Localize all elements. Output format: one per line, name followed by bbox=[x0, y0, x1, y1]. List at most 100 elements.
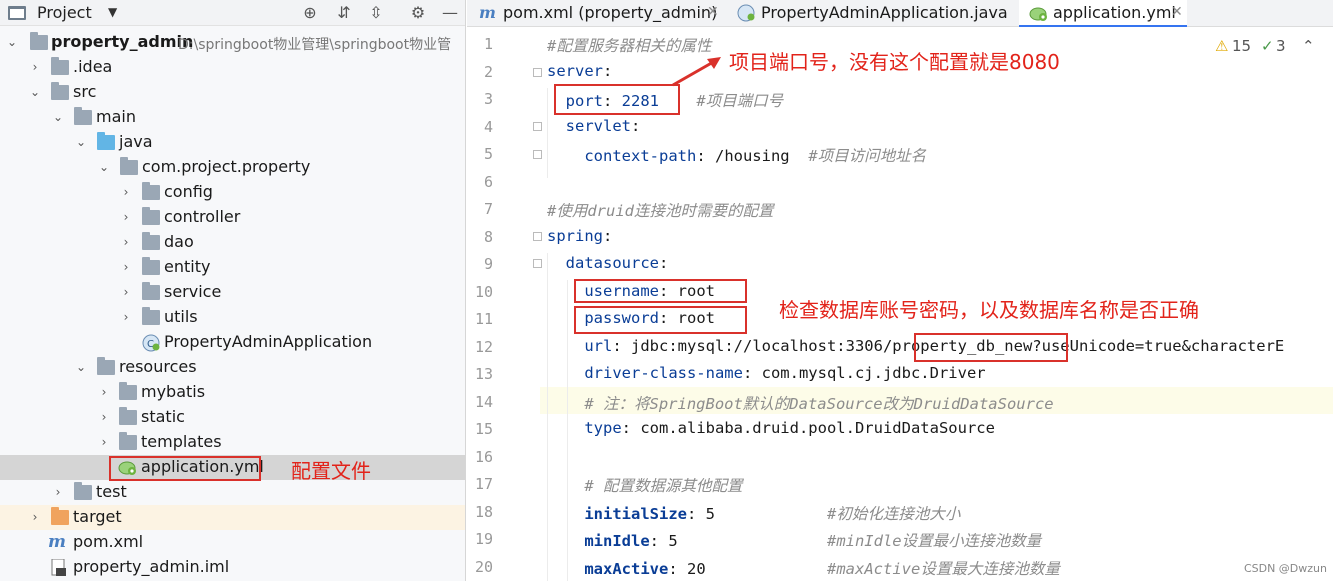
tab-application-yml[interactable]: application.yml ✕ bbox=[1019, 0, 1187, 27]
fold-marker[interactable] bbox=[533, 150, 542, 159]
code-line-5[interactable]: context-path: /housing #项目访问地址名 bbox=[547, 144, 926, 166]
code-line-7[interactable]: #使用druid连接池时需要的配置 bbox=[547, 199, 774, 221]
chevron-down-icon[interactable]: ⌄ bbox=[52, 110, 64, 124]
tree-item-application-class[interactable]: C PropertyAdminApplication bbox=[0, 330, 465, 355]
tree-item-java[interactable]: ⌄ java bbox=[0, 130, 465, 155]
yaml-value: jdbc:mysql://localhost:3306/ bbox=[631, 337, 893, 355]
tree-item-mybatis[interactable]: › mybatis bbox=[0, 380, 465, 405]
chevron-down-icon[interactable]: ⌄ bbox=[98, 160, 110, 174]
chevron-right-icon[interactable]: › bbox=[98, 385, 110, 399]
folder-icon bbox=[119, 407, 137, 425]
tree-item-label: utils bbox=[164, 307, 198, 326]
line-number: 5 bbox=[483, 145, 493, 163]
tree-item-label: config bbox=[164, 182, 213, 201]
chevron-right-icon[interactable]: › bbox=[120, 260, 132, 274]
tree-item-iml[interactable]: property_admin.iml bbox=[0, 555, 465, 580]
chevron-down-icon[interactable]: ⌄ bbox=[75, 360, 87, 374]
tree-item-test[interactable]: › test bbox=[0, 480, 465, 505]
line-number: 3 bbox=[483, 90, 493, 108]
chevron-right-icon[interactable]: › bbox=[120, 235, 132, 249]
yaml-value: com.alibaba.druid.pool.DruidDataSource bbox=[640, 419, 995, 437]
code-line-15[interactable]: type: com.alibaba.druid.pool.DruidDataSo… bbox=[547, 419, 995, 437]
tree-item-idea[interactable]: › .idea bbox=[0, 55, 465, 80]
tab-pom-xml[interactable]: m pom.xml (property_admin) ✕ bbox=[467, 0, 729, 27]
maven-icon: m bbox=[48, 532, 66, 552]
fold-marker[interactable] bbox=[533, 122, 542, 131]
tree-item-label: java bbox=[119, 132, 153, 151]
tree-item-static[interactable]: › static bbox=[0, 405, 465, 430]
line-number-gutter: 1 2 3 4 5 6 7 8 9 10 11 12 13 14 15 16 1… bbox=[467, 27, 539, 581]
line-number: 18 bbox=[474, 503, 493, 521]
chevron-right-icon[interactable]: › bbox=[120, 185, 132, 199]
chevron-right-icon[interactable]: › bbox=[29, 60, 41, 74]
close-icon[interactable]: ✕ bbox=[1171, 4, 1183, 20]
tree-item-resources[interactable]: ⌄ resources bbox=[0, 355, 465, 380]
chevron-right-icon[interactable]: › bbox=[98, 435, 110, 449]
tree-item-label: property_admin bbox=[51, 32, 194, 51]
chevron-right-icon[interactable]: › bbox=[98, 410, 110, 424]
close-icon[interactable]: ✕ bbox=[707, 4, 719, 20]
code-line-14[interactable]: # 注：将SpringBoot默认的DataSource改为DruidDataS… bbox=[547, 392, 1054, 414]
warning-icon[interactable]: ⚠ bbox=[1215, 37, 1228, 55]
fold-marker[interactable] bbox=[533, 232, 542, 241]
tree-item-property-admin[interactable]: ⌄ property_admin D:\springboot物业管理\sprin… bbox=[0, 30, 465, 55]
fold-marker[interactable] bbox=[533, 68, 542, 77]
folder-icon bbox=[119, 382, 137, 400]
chevron-down-icon[interactable]: ⌄ bbox=[6, 35, 18, 49]
tab-application-java[interactable]: PropertyAdminApplication.java bbox=[729, 0, 1019, 27]
code-line-20[interactable]: maxActive: 20 #maxActive设置最大连接池数量 bbox=[547, 557, 1060, 579]
code-line-19[interactable]: minIdle: 5 #minIdle设置最小连接池数量 bbox=[547, 529, 1041, 551]
gear-icon[interactable]: ⚙ bbox=[408, 3, 428, 23]
code-line-8[interactable]: spring: bbox=[547, 227, 612, 245]
folder-icon bbox=[74, 482, 92, 500]
tree-item-templates[interactable]: › templates bbox=[0, 430, 465, 455]
code-comment: #minIdle设置最小连接池数量 bbox=[826, 532, 1042, 550]
chevron-down-icon[interactable]: ⌄ bbox=[75, 135, 87, 149]
chevron-right-icon[interactable]: › bbox=[120, 310, 132, 324]
project-view-title[interactable]: Project bbox=[37, 3, 92, 22]
tree-item-label: main bbox=[96, 107, 136, 126]
expand-all-icon[interactable]: ⇵ bbox=[334, 3, 354, 23]
tree-item-src[interactable]: ⌄ src bbox=[0, 80, 465, 105]
yaml-value: com.mysql.cj.jdbc.Driver bbox=[761, 364, 986, 382]
chevron-down-icon[interactable]: ▼ bbox=[108, 5, 117, 19]
tree-item-package[interactable]: ⌄ com.project.property bbox=[0, 155, 465, 180]
code-line-17[interactable]: # 配置数据源其他配置 bbox=[547, 474, 742, 496]
tree-item-entity[interactable]: › entity bbox=[0, 255, 465, 280]
tree-item-controller[interactable]: › controller bbox=[0, 205, 465, 230]
chevron-up-icon[interactable]: ⌃ bbox=[1302, 37, 1315, 55]
yaml-key: server bbox=[547, 62, 603, 80]
chevron-right-icon[interactable]: › bbox=[52, 485, 64, 499]
tree-item-dao[interactable]: › dao bbox=[0, 230, 465, 255]
chevron-down-icon[interactable]: ⌄ bbox=[29, 85, 41, 99]
line-number: 8 bbox=[483, 228, 493, 246]
code-line-13[interactable]: driver-class-name: com.mysql.cj.jdbc.Dri… bbox=[547, 364, 986, 382]
code-comment: # 注：将SpringBoot默认的DataSource改为DruidDataS… bbox=[584, 395, 1054, 413]
locate-icon[interactable]: ⊕ bbox=[300, 3, 320, 23]
tree-item-target[interactable]: › target bbox=[0, 505, 465, 530]
fold-marker[interactable] bbox=[533, 259, 542, 268]
tree-item-utils[interactable]: › utils bbox=[0, 305, 465, 330]
package-icon bbox=[142, 232, 160, 250]
code-line-18[interactable]: initialSize: 5 #初始化连接池大小 bbox=[547, 502, 960, 524]
code-line-2[interactable]: server: bbox=[547, 62, 612, 80]
chevron-right-icon[interactable]: › bbox=[29, 510, 41, 524]
warnings-count[interactable]: 15 bbox=[1232, 37, 1251, 55]
tree-item-main[interactable]: ⌄ main bbox=[0, 105, 465, 130]
yaml-key: datasource bbox=[565, 254, 659, 272]
code-line-4[interactable]: servlet: bbox=[547, 117, 641, 135]
tree-item-pom[interactable]: m pom.xml bbox=[0, 530, 465, 555]
line-number: 20 bbox=[474, 558, 493, 576]
check-icon[interactable]: ✓ bbox=[1261, 37, 1274, 55]
code-line-9[interactable]: datasource: bbox=[547, 254, 669, 272]
minimize-icon[interactable]: — bbox=[440, 3, 460, 23]
tree-item-service[interactable]: › service bbox=[0, 280, 465, 305]
collapse-all-icon[interactable]: ⇳ bbox=[366, 3, 386, 23]
code-comment: #使用druid连接池时需要的配置 bbox=[547, 202, 774, 220]
chevron-right-icon[interactable]: › bbox=[120, 285, 132, 299]
ok-count[interactable]: 3 bbox=[1276, 37, 1286, 55]
editor-pane: m pom.xml (property_admin) ✕ PropertyAdm… bbox=[467, 0, 1333, 581]
tree-item-config[interactable]: › config bbox=[0, 180, 465, 205]
chevron-right-icon[interactable]: › bbox=[120, 210, 132, 224]
tree-item-label: property_admin.iml bbox=[73, 557, 230, 576]
